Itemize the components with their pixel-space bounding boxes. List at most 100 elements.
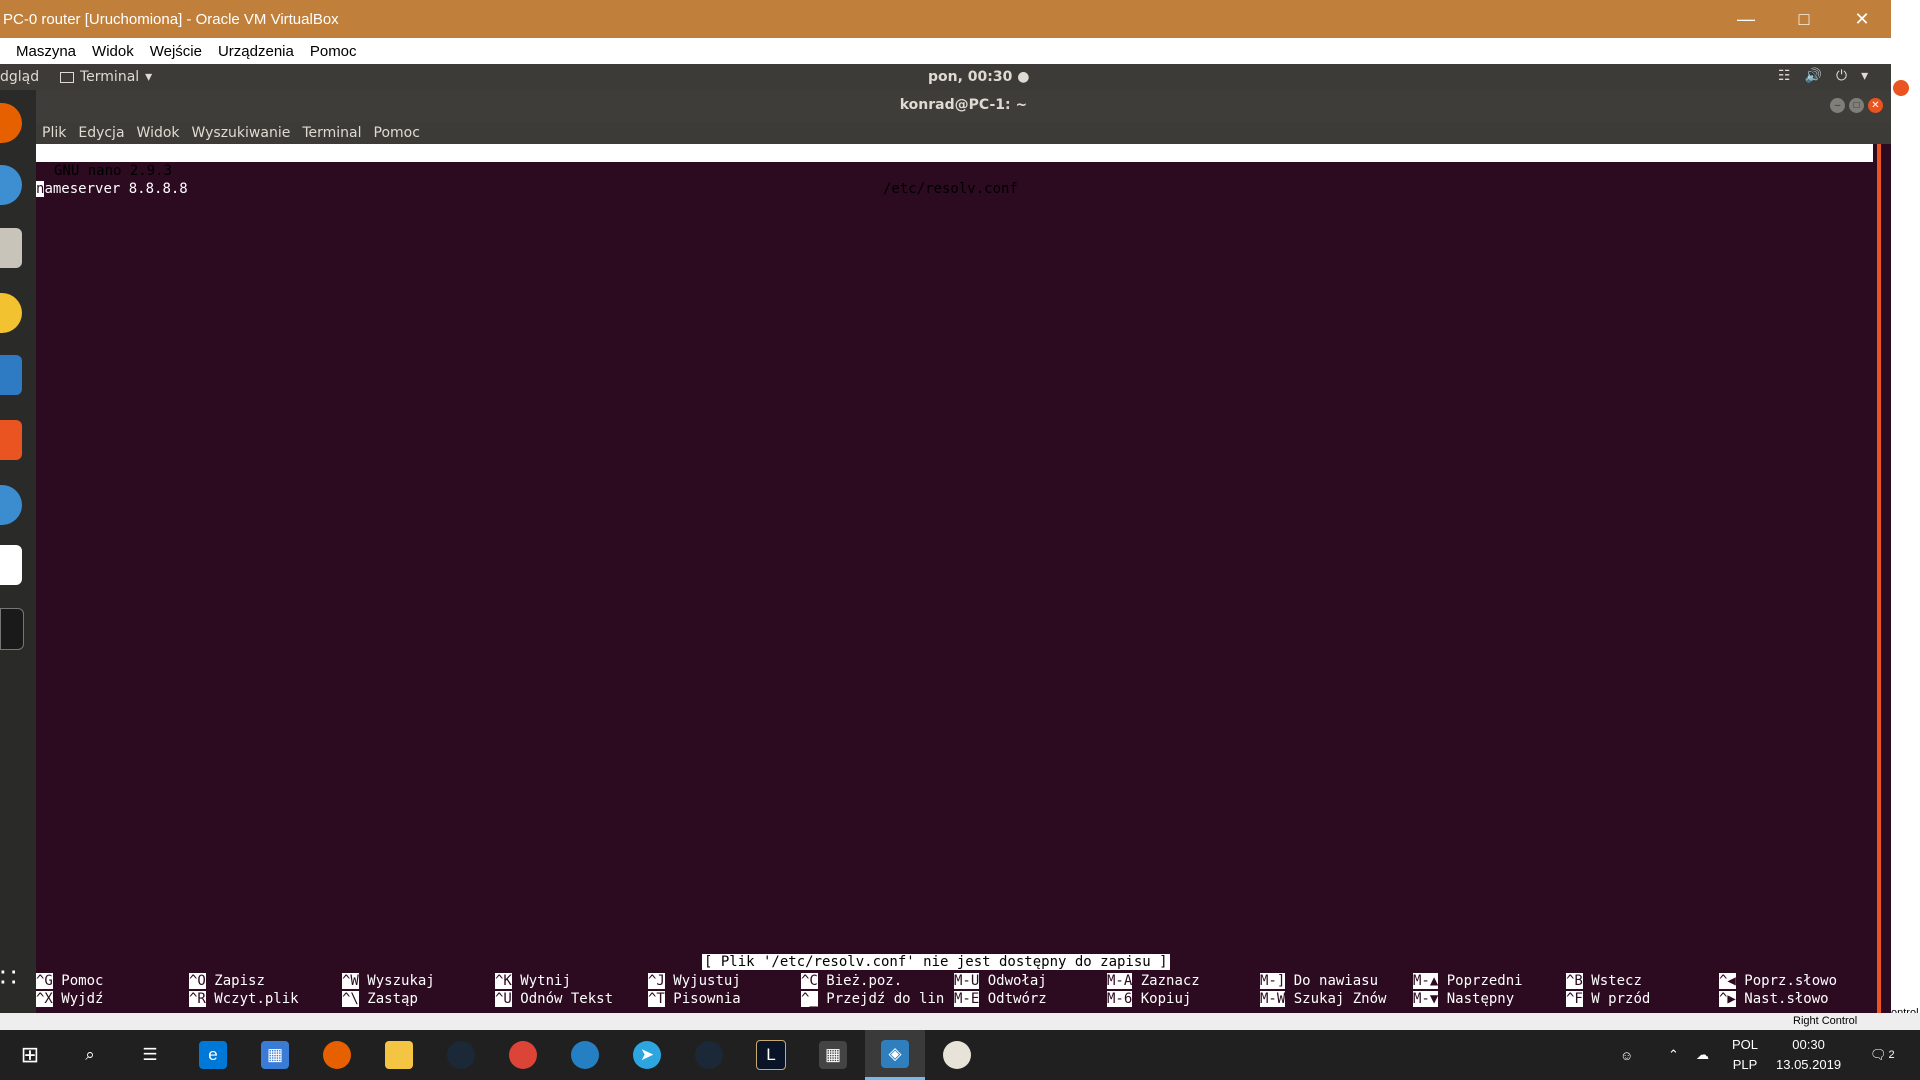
network-icon: ☷ bbox=[1778, 68, 1791, 84]
writer-icon[interactable] bbox=[0, 355, 22, 395]
chevron-up-icon[interactable]: ⌃ bbox=[1668, 1030, 1679, 1080]
nano-shortcut: ^X Wyjdź bbox=[36, 990, 103, 1008]
menu-urzadzenia[interactable]: Urządzenia bbox=[218, 43, 294, 60]
shortcut-label: Odnów Tekst bbox=[520, 991, 614, 1007]
terminal-header[interactable]: konrad@PC-1: ~ – □ ✕ bbox=[36, 90, 1891, 122]
shortcut-label: Przejdź do lin bbox=[826, 991, 945, 1007]
nano-shortcut: M-E Odtwórz bbox=[954, 990, 1047, 1008]
notification-center-button[interactable]: 🗨 2 bbox=[1870, 1030, 1895, 1080]
shortcut-key: ^O bbox=[189, 973, 206, 989]
taskbar-clock[interactable]: 00:30 13.05.2019 bbox=[1776, 1030, 1841, 1080]
file-line[interactable]: nameserver 8.8.8.8 bbox=[36, 180, 188, 198]
shortcut-label: Wytnij bbox=[520, 973, 571, 989]
league-button[interactable]: L bbox=[741, 1030, 801, 1080]
minimize-button[interactable]: — bbox=[1717, 0, 1775, 38]
shortcut-key: M-W bbox=[1260, 991, 1286, 1007]
nano-shortcut: ^T Pisownia bbox=[648, 990, 741, 1008]
shortcut-key: M-] bbox=[1260, 973, 1286, 989]
onedrive-icon[interactable]: ☁ bbox=[1696, 1030, 1709, 1080]
menu-pomoc[interactable]: Pomoc bbox=[374, 125, 420, 141]
nano-shortcut: M-▲ Poprzedni bbox=[1413, 972, 1523, 990]
language-indicator[interactable]: POL PLP bbox=[1732, 1030, 1758, 1080]
terminal-scrollbar[interactable] bbox=[1877, 144, 1881, 1013]
menu-pomoc[interactable]: Pomoc bbox=[310, 43, 357, 60]
menu-terminal[interactable]: Terminal bbox=[302, 125, 361, 141]
close-icon[interactable]: ✕ bbox=[1868, 98, 1883, 113]
store-button[interactable]: ▦ bbox=[245, 1030, 305, 1080]
close-icon bbox=[1893, 80, 1909, 96]
edge-button[interactable]: e bbox=[183, 1030, 243, 1080]
firefox-icon[interactable] bbox=[0, 103, 22, 143]
app-menu[interactable]: Terminal ▾ bbox=[60, 69, 152, 85]
thunderbird-icon[interactable] bbox=[0, 165, 22, 205]
steam-button-2[interactable] bbox=[679, 1030, 739, 1080]
shortcut-key: ^C bbox=[801, 973, 818, 989]
people-icon[interactable]: ☺ bbox=[1620, 1030, 1633, 1080]
calculator-button[interactable]: ▦ bbox=[803, 1030, 863, 1080]
search-icon: ⌕ bbox=[85, 1045, 95, 1064]
shortcut-key: ^W bbox=[342, 973, 359, 989]
shortcut-key: ^F bbox=[1566, 991, 1583, 1007]
virtualbox-button[interactable]: ◈ bbox=[865, 1030, 925, 1080]
files-icon[interactable] bbox=[0, 228, 22, 268]
shortcut-key: ^_ bbox=[801, 991, 818, 1007]
firefox-button[interactable] bbox=[307, 1030, 367, 1080]
paint-icon bbox=[943, 1041, 971, 1069]
nano-shortcut: ^O Zapisz bbox=[189, 972, 265, 990]
show-applications-icon[interactable]: ∷ bbox=[0, 962, 17, 993]
help-icon[interactable] bbox=[0, 485, 22, 525]
nano-shortcut: M-▼ Następny bbox=[1413, 990, 1514, 1008]
nano-status: [ Plik '/etc/resolv.conf' nie jest dostę… bbox=[702, 954, 1170, 970]
shortcut-key: ^U bbox=[495, 991, 512, 1007]
maximize-button[interactable]: □ bbox=[1775, 0, 1833, 38]
shortcut-key: ^T bbox=[648, 991, 665, 1007]
menu-widok[interactable]: Widok bbox=[92, 43, 134, 60]
start-button[interactable]: ⊞ bbox=[0, 1030, 60, 1080]
menu-edycja[interactable]: Edycja bbox=[78, 125, 124, 141]
terminal-menu-bar: Plik Edycja Widok Wyszukiwanie Terminal … bbox=[36, 122, 1891, 144]
minimize-icon[interactable]: – bbox=[1830, 98, 1845, 113]
maximize-icon[interactable]: □ bbox=[1849, 98, 1864, 113]
power-icon: ⏻ bbox=[1836, 68, 1848, 84]
menu-maszyna[interactable]: Maszyna bbox=[16, 43, 76, 60]
menu-wejscie[interactable]: Wejście bbox=[150, 43, 202, 60]
nano-filename: /etc/resolv.conf bbox=[883, 181, 1018, 197]
store-icon: ▦ bbox=[261, 1041, 289, 1069]
rhythmbox-icon[interactable] bbox=[0, 293, 22, 333]
shortcut-key: M-U bbox=[954, 973, 980, 989]
terminal-title: konrad@PC-1: ~ bbox=[899, 97, 1028, 113]
menu-widok[interactable]: Widok bbox=[137, 125, 180, 141]
chevron-down-icon: ▾ bbox=[145, 69, 153, 85]
task-view-button[interactable]: ☰ bbox=[120, 1030, 180, 1080]
notification-icon: 🗨 bbox=[1870, 1047, 1887, 1062]
paint-button[interactable] bbox=[927, 1030, 987, 1080]
vbox-menu-bar: Maszyna Widok Wejście Urządzenia Pomoc bbox=[0, 38, 1891, 64]
shortcut-label: Kopiuj bbox=[1140, 991, 1192, 1007]
activities-button[interactable]: dgląd bbox=[0, 69, 39, 85]
nano-shortcut: ^F W przód bbox=[1566, 990, 1650, 1008]
shortcut-key: ^▶ bbox=[1719, 991, 1736, 1007]
vbox-title-bar[interactable]: PC-0 router [Uruchomiona] - Oracle VM Vi… bbox=[0, 0, 1891, 38]
amazon-icon[interactable] bbox=[0, 545, 22, 585]
close-button[interactable]: ✕ bbox=[1833, 0, 1891, 38]
chrome-button[interactable] bbox=[493, 1030, 553, 1080]
explorer-button[interactable] bbox=[369, 1030, 429, 1080]
software-icon[interactable] bbox=[0, 420, 22, 460]
chrome-icon bbox=[509, 1041, 537, 1069]
menu-wyszukiwanie[interactable]: Wyszukiwanie bbox=[192, 125, 291, 141]
shortcut-key: ^B bbox=[1566, 973, 1583, 989]
terminal-dock-icon[interactable] bbox=[0, 608, 24, 650]
menu-plik[interactable]: Plik bbox=[42, 125, 66, 141]
steam-button[interactable] bbox=[431, 1030, 491, 1080]
clock[interactable]: pon, 00:30 ● bbox=[928, 69, 1029, 85]
vbox-right-edge: ontrol bbox=[1891, 0, 1920, 1030]
teamspeak-button[interactable] bbox=[555, 1030, 615, 1080]
nano-shortcut: ^◀ Poprz.słowo bbox=[1719, 972, 1837, 990]
system-tray[interactable]: ☷ 🔊 ⏻ ▾ bbox=[1778, 68, 1868, 84]
windows-taskbar: ⊞ ⌕ ☰ e ▦ ➤ L ▦ ◈ ☺ ⌃ ☁ POL PLP 00:30 13… bbox=[0, 1030, 1920, 1080]
language-code: POL bbox=[1732, 1037, 1759, 1052]
terminal-body[interactable]: GNU nano 2.9.3 /etc/resolv.conf nameserv… bbox=[36, 144, 1891, 1013]
telegram-button[interactable]: ➤ bbox=[617, 1030, 677, 1080]
search-button[interactable]: ⌕ bbox=[60, 1030, 120, 1080]
nano-shortcut: ^R Wczyt.plik bbox=[189, 990, 299, 1008]
